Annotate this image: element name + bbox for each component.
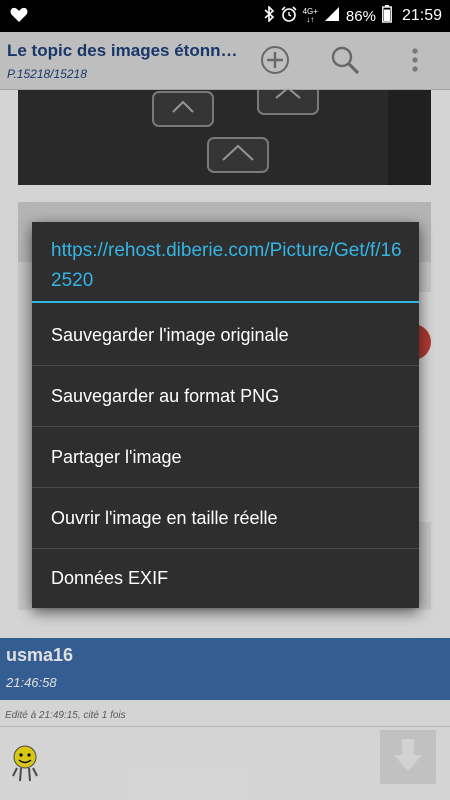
network-type: 4G+ ↓↑ xyxy=(302,7,318,24)
menu-item-open-full-size[interactable]: Ouvrir l'image en taille réelle xyxy=(32,488,419,548)
battery-percent: 86% xyxy=(345,7,376,25)
clock: 21:59 xyxy=(401,7,442,24)
menu-item-save-original[interactable]: Sauvegarder l'image originale xyxy=(32,305,419,365)
signal-icon xyxy=(324,6,340,26)
title-divider xyxy=(32,301,419,303)
image-url-title: https://rehost.diberie.com/Picture/Get/f… xyxy=(51,240,402,291)
bluetooth-icon xyxy=(263,5,275,26)
alarm-icon xyxy=(281,6,297,26)
menu-item-exif-data[interactable]: Données EXIF xyxy=(32,548,419,608)
status-bar: 4G+ ↓↑ 86% 21:59 xyxy=(0,0,450,32)
heart-icon xyxy=(10,7,28,28)
battery-icon xyxy=(382,5,392,27)
menu-item-share-image[interactable]: Partager l'image xyxy=(32,427,419,487)
menu-item-save-png[interactable]: Sauvegarder au format PNG xyxy=(32,366,419,426)
image-context-menu: https://rehost.diberie.com/Picture/Get/f… xyxy=(32,222,419,608)
